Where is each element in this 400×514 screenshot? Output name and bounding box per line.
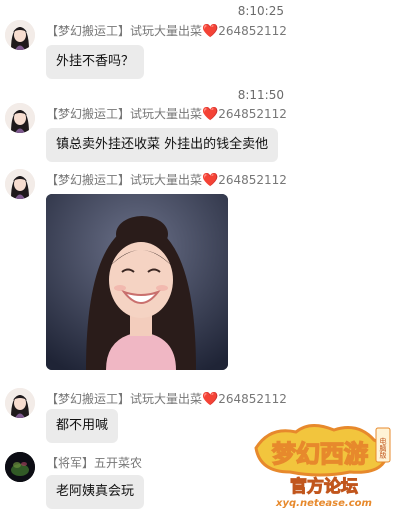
game-forum-watermark: 梦幻西游 电脑版 官方论坛 xyq.netease.com xyxy=(250,418,398,510)
avatar[interactable] xyxy=(5,452,35,482)
watermark-subtitle: 官方论坛 xyxy=(290,476,358,497)
sender-name: 【梦幻搬运工】试玩大量出菜 xyxy=(46,107,203,121)
heart-icon: ❤️ xyxy=(202,24,219,39)
watermark-badge: 电脑版 xyxy=(379,437,387,460)
sender-qq: 264852112 xyxy=(218,392,287,406)
sender-line: 【梦幻搬运工】试玩大量出菜❤️264852112 xyxy=(46,24,287,39)
message-bubble[interactable]: 外挂不香吗？ xyxy=(46,45,145,79)
heart-icon: ❤️ xyxy=(202,392,219,407)
message-bubble[interactable]: 老阿姨真会玩 xyxy=(46,475,145,509)
watermark-title: 梦幻西游 xyxy=(272,440,368,468)
sender-name: 【将军】五开菜农 xyxy=(46,456,143,470)
timestamp: 8:11:50 xyxy=(237,88,284,102)
smiling-woman-photo[interactable] xyxy=(46,194,228,370)
avatar[interactable] xyxy=(5,169,35,199)
sender-line: 【梦幻搬运工】试玩大量出菜❤️264852112 xyxy=(46,107,287,122)
message-bubble[interactable]: 都不用喊 xyxy=(46,409,119,443)
watermark-url: xyq.netease.com xyxy=(275,498,372,509)
avatar[interactable] xyxy=(5,20,35,50)
avatar[interactable] xyxy=(5,388,35,418)
sender-name: 【梦幻搬运工】试玩大量出菜 xyxy=(46,392,203,406)
heart-icon: ❤️ xyxy=(202,173,219,188)
sender-line: 【将军】五开菜农 xyxy=(46,456,142,471)
sender-name: 【梦幻搬运工】试玩大量出菜 xyxy=(46,173,203,187)
sender-line: 【梦幻搬运工】试玩大量出菜❤️264852112 xyxy=(46,392,287,407)
sender-line: 【梦幻搬运工】试玩大量出菜❤️264852112 xyxy=(46,173,287,188)
avatar[interactable] xyxy=(5,103,35,133)
message-bubble[interactable]: 镇总卖外挂还收菜 外挂出的钱全卖他 xyxy=(46,128,279,162)
heart-icon: ❤️ xyxy=(202,107,219,122)
timestamp: 8:10:25 xyxy=(237,4,284,18)
sender-qq: 264852112 xyxy=(218,173,287,187)
sender-name: 【梦幻搬运工】试玩大量出菜 xyxy=(46,24,203,38)
sender-qq: 264852112 xyxy=(218,107,287,121)
sender-qq: 264852112 xyxy=(218,24,287,38)
